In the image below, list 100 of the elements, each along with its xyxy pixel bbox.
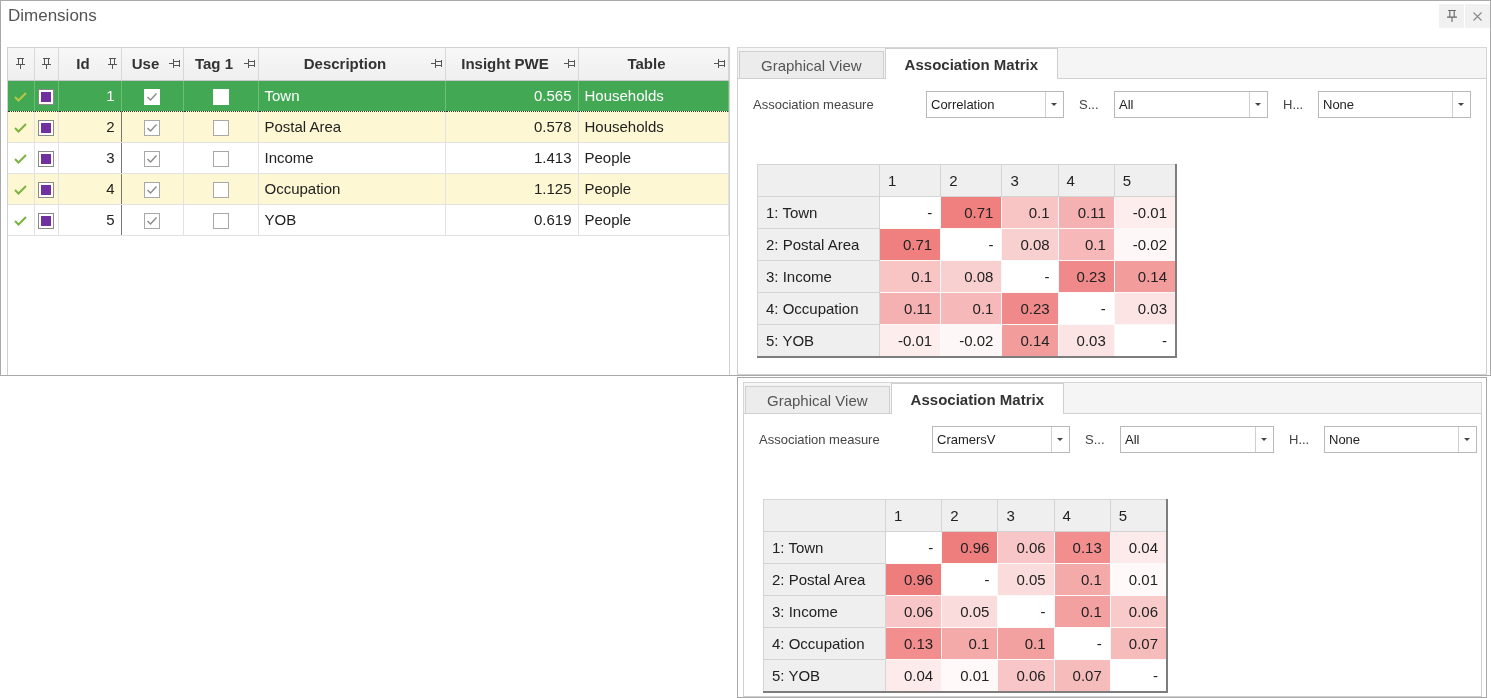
row-header: 5: YOB [757, 324, 880, 357]
dropdown[interactable]: None [1324, 426, 1477, 453]
checkbox[interactable] [144, 212, 160, 229]
table-row[interactable]: 5 YOB 0.619 People [8, 204, 728, 235]
pin-icon[interactable] [713, 59, 725, 69]
checkbox[interactable] [212, 181, 229, 198]
table-cell: 4 [58, 173, 121, 204]
matrix-cell: - [879, 196, 941, 229]
matrix-cell: - [1114, 324, 1176, 357]
matrix-cell: 0.23 [1001, 292, 1059, 325]
dropdown[interactable]: None [1318, 91, 1471, 118]
table-row[interactable]: 4 Occupation 1.125 People [8, 173, 728, 204]
pin-button[interactable] [1439, 4, 1464, 28]
column-header: 5 [1110, 499, 1167, 532]
matrix-cell: 0.07 [1110, 627, 1167, 660]
pin-icon[interactable] [41, 58, 51, 70]
matrix-cell: 0.23 [1058, 260, 1115, 293]
column-header: 2 [940, 164, 1002, 197]
matrix-cell: -0.02 [1114, 228, 1176, 261]
table-cell: 1.413 [445, 142, 578, 173]
table-cell: People [578, 142, 728, 173]
row-header: 2: Postal Area [763, 563, 886, 596]
matrix-cell: 0.05 [997, 563, 1055, 596]
column-header: 4 [1054, 499, 1111, 532]
pin-icon[interactable] [563, 59, 575, 69]
column-header[interactable] [34, 48, 58, 80]
row-header: 4: Occupation [757, 292, 880, 325]
field-label: S... [1079, 97, 1100, 112]
row-header: 1: Town [763, 531, 886, 564]
matrix-cell: 0.14 [1001, 324, 1059, 357]
table-cell: 1 [58, 80, 121, 111]
matrix-cell: -0.02 [940, 324, 1002, 357]
close-button[interactable] [1465, 4, 1490, 28]
matrix-cell: 0.01 [1110, 563, 1167, 596]
matrix-cell: 0.11 [879, 292, 941, 325]
checkbox[interactable] [212, 119, 229, 136]
matrix-cell: 0.1 [940, 292, 1002, 325]
checkbox[interactable] [144, 119, 160, 136]
table-cell: Households [578, 111, 728, 142]
checkbox[interactable] [144, 181, 160, 198]
field-label: H... [1289, 432, 1311, 447]
column-header: 4 [1058, 164, 1115, 197]
tab[interactable]: Association Matrix [884, 48, 1058, 79]
matrix-cell: 0.1 [1001, 196, 1059, 229]
matrix-cell: 0.1 [1054, 595, 1111, 628]
matrix-cell: 0.04 [885, 659, 942, 692]
pin-icon[interactable] [243, 59, 255, 69]
pin-icon[interactable] [16, 58, 26, 70]
checkbox[interactable] [212, 212, 229, 229]
matrix-cell: 0.06 [1110, 595, 1167, 628]
matrix-cell: - [997, 595, 1055, 628]
row-header: 2: Postal Area [757, 228, 880, 261]
dropdown[interactable]: Correlation [926, 91, 1064, 118]
table-cell: 0.565 [445, 80, 578, 111]
table-cell: Income [258, 142, 445, 173]
dropdown[interactable]: CramersV [932, 426, 1070, 453]
close-icon [1473, 11, 1482, 21]
dropdown[interactable]: All [1114, 91, 1268, 118]
table-cell: 0.619 [445, 204, 578, 235]
column-header[interactable]: Tag 1 [183, 48, 258, 80]
checkbox[interactable] [144, 150, 160, 167]
table-cell: 1.125 [445, 173, 578, 204]
matrix-cell: 0.71 [879, 228, 941, 261]
field-label: Association measure [753, 97, 875, 112]
column-header[interactable]: Use [121, 48, 183, 80]
tab[interactable]: Association Matrix [890, 383, 1064, 414]
pin-icon[interactable] [430, 59, 442, 69]
table-cell: 2 [58, 111, 121, 142]
table-cell: Town [258, 80, 445, 111]
matrix-cell: 0.03 [1114, 292, 1176, 325]
column-header[interactable] [8, 48, 34, 80]
tab[interactable]: Graphical View [745, 386, 890, 413]
matrix-cell: 0.06 [885, 595, 942, 628]
table-cell: YOB [258, 204, 445, 235]
pin-icon[interactable] [168, 59, 180, 69]
column-header[interactable]: Table [578, 48, 728, 80]
matrix-cell: 0.1 [1054, 563, 1111, 596]
column-header[interactable]: Id [58, 48, 121, 80]
matrix-cell: 0.71 [940, 196, 1002, 229]
matrix-cell: - [1110, 659, 1167, 692]
table-row[interactable]: 2 Postal Area 0.578 Households [8, 111, 728, 142]
matrix-cell: 0.1 [1058, 228, 1115, 261]
column-header[interactable]: Insight PWE [445, 48, 578, 80]
table-cell: 3 [58, 142, 121, 173]
matrix-cell: 0.08 [1001, 228, 1059, 261]
matrix-cell: - [940, 228, 1002, 261]
row-header: 5: YOB [763, 659, 886, 692]
row-header: 4: Occupation [763, 627, 886, 660]
row-header: 3: Income [757, 260, 880, 293]
tab[interactable]: Graphical View [739, 51, 884, 78]
column-header: 1 [885, 499, 942, 532]
table-row[interactable]: 3 Income 1.413 People [8, 142, 728, 173]
pin-icon[interactable] [107, 58, 117, 70]
column-header: 2 [941, 499, 998, 532]
matrix-cell: - [1001, 260, 1059, 293]
checkbox[interactable] [212, 150, 229, 167]
dropdown[interactable]: All [1120, 426, 1274, 453]
column-header[interactable]: Description [258, 48, 445, 80]
matrix-cell: 0.1 [997, 627, 1055, 660]
column-header: 5 [1114, 164, 1176, 197]
